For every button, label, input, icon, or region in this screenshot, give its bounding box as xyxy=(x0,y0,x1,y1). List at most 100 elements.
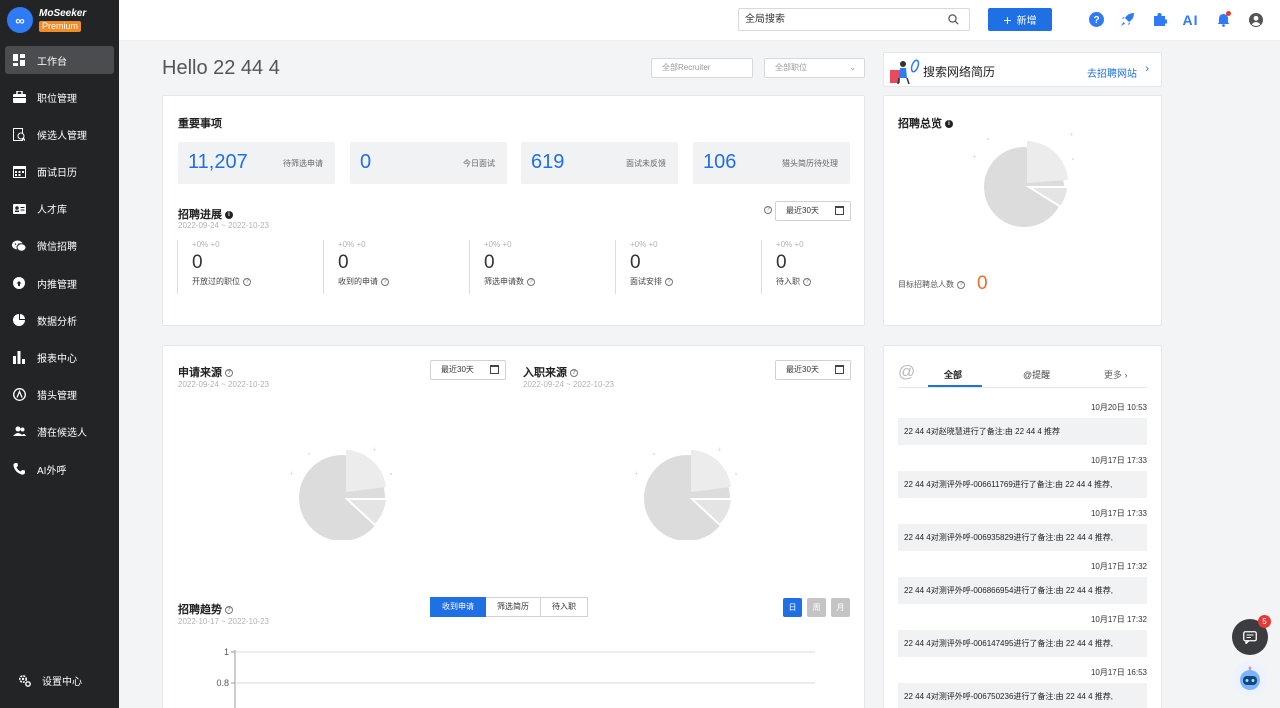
sidebar-item-interview-calendar[interactable]: 面试日历 xyxy=(5,158,114,186)
activity-feed-card: @ 全部 @提醒 更多 › 10月20日 10:53 22 44 4对赵晓慧进行… xyxy=(883,345,1162,708)
position-filter[interactable]: 全部职位 ⌄ xyxy=(764,58,865,78)
sidebar-item-potential-candidates[interactable]: 潜在候选人 xyxy=(5,418,114,446)
progress-date-range: 2022-09-24 ~ 2022-10-23 xyxy=(178,221,269,230)
sidebar-item-settings[interactable]: 设置中心 xyxy=(10,667,119,695)
sidebar-item-positions[interactable]: 职位管理 xyxy=(5,83,114,111)
onboard-source-range-select[interactable]: 最近30天 xyxy=(775,360,851,380)
brand-logo[interactable]: ∞ MoSeeker Premium xyxy=(0,0,119,40)
sidebar-item-ai-call[interactable]: AI外呼 xyxy=(5,455,114,483)
help-circle-icon[interactable]: ? xyxy=(764,206,772,214)
people-icon xyxy=(12,425,26,439)
sidebar: ∞ MoSeeker Premium 工作台 职位管理 候选人管理 面试日历 人… xyxy=(0,0,119,708)
tab-pending-onboard[interactable]: 待入职 xyxy=(541,597,588,617)
kpi-label-text: 开放过的职位 xyxy=(192,277,240,286)
help-circle-icon[interactable]: ? xyxy=(957,280,965,289)
range-label: 最近30天 xyxy=(786,206,819,215)
period-week-button[interactable]: 周 xyxy=(807,598,826,617)
sidebar-item-dashboard[interactable]: 工作台 xyxy=(5,46,114,74)
sidebar-item-label: 候选人管理 xyxy=(37,130,87,142)
recruiter-filter[interactable]: 全部Recruiter xyxy=(651,58,753,78)
stat-value: 619 xyxy=(531,151,565,173)
sidebar-item-label: 内推管理 xyxy=(37,279,77,291)
kpi-label: 收到的申请? xyxy=(338,276,389,287)
rocket-icon[interactable] xyxy=(1119,11,1136,28)
stat-interview-no-feedback[interactable]: 619 面试未反馈 xyxy=(521,142,678,184)
sources-trend-card: 申请来源? 2022-09-24 ~ 2022-10-23 最近30天 入职来源… xyxy=(162,345,865,708)
sidebar-item-label: 设置中心 xyxy=(42,677,82,689)
notification-bell-icon[interactable] xyxy=(1215,11,1232,28)
help-circle-icon[interactable]: ? xyxy=(570,369,578,378)
kpi-pending-onboard[interactable]: +0% +0 0 待入职? xyxy=(761,240,811,294)
period-day-button[interactable]: 日 xyxy=(783,598,802,617)
info-icon[interactable]: i xyxy=(945,120,953,129)
kpi-open-positions[interactable]: +0% +0 0 开放过的职位? xyxy=(177,240,251,294)
resume-search-banner[interactable]: 搜索网络简历 去招聘网站 › xyxy=(883,52,1162,87)
tab-screened-resumes[interactable]: 筛选简历 xyxy=(486,597,541,617)
kpi-label-text: 待入职 xyxy=(776,277,800,286)
kpi-delta: +0% +0 xyxy=(484,240,512,249)
svg-text:+: + xyxy=(717,445,722,454)
sidebar-item-reports[interactable]: 报表中心 xyxy=(5,344,114,372)
tab-received-applications[interactable]: 收到申请 xyxy=(430,597,486,617)
puzzle-icon[interactable] xyxy=(1151,11,1168,28)
kpi-received-applications[interactable]: +0% +0 0 收到的申请? xyxy=(323,240,389,294)
top-bar: + 新增 ? AI xyxy=(119,0,1280,41)
help-circle-icon[interactable]: ? xyxy=(803,277,811,286)
feed-tab-all[interactable]: 全部 xyxy=(944,368,962,381)
kpi-delta: +0% +0 xyxy=(192,240,220,249)
progress-title-text: 招聘进展 xyxy=(178,209,222,221)
feed-tab-mentions[interactable]: @提醒 xyxy=(1023,368,1050,381)
stat-label: 面试未反馈 xyxy=(626,159,666,168)
help-circle-icon[interactable]: ? xyxy=(665,277,673,286)
feed-item[interactable]: 22 44 4对测评外呼-006147495进行了备注:由 22 44 4 推荐… xyxy=(898,630,1147,657)
feed-item[interactable]: 22 44 4对赵晓慧进行了备注:由 22 44 4 推荐 xyxy=(898,418,1147,445)
feed-item[interactable]: 22 44 4对测评外呼-006866954进行了备注:由 22 44 4 推荐… xyxy=(898,577,1147,604)
headhunter-icon xyxy=(12,388,26,402)
stat-pending-applications[interactable]: 11,207 待筛选申请 xyxy=(178,142,335,184)
sidebar-item-analytics[interactable]: 数据分析 xyxy=(5,306,114,334)
stat-value: 11,207 xyxy=(188,151,248,173)
period-month-button[interactable]: 月 xyxy=(831,598,850,617)
sidebar-item-referral[interactable]: 内推管理 xyxy=(5,269,114,297)
help-circle-icon[interactable]: ? xyxy=(225,606,233,615)
sidebar-item-wechat[interactable]: 微信招聘 xyxy=(5,232,114,260)
search-icon[interactable] xyxy=(948,14,959,25)
help-icon[interactable]: ? xyxy=(1088,11,1105,28)
go-recruit-site-link[interactable]: 去招聘网站 xyxy=(1087,65,1137,80)
feed-item[interactable]: 22 44 4对测评外呼-006611769进行了备注:由 22 44 4 推荐… xyxy=(898,471,1147,498)
calendar-icon xyxy=(835,365,844,374)
ai-robot-button[interactable] xyxy=(1232,661,1268,697)
apply-source-range-select[interactable]: 最近30天 xyxy=(430,360,506,380)
user-avatar-icon[interactable] xyxy=(1247,11,1264,28)
global-search-input[interactable] xyxy=(739,9,939,30)
chat-button[interactable]: 5 xyxy=(1232,615,1271,655)
trend-title: 招聘趋势? xyxy=(178,601,233,617)
info-icon[interactable]: i xyxy=(225,211,233,220)
help-circle-icon[interactable]: ? xyxy=(243,277,251,286)
sidebar-item-candidates[interactable]: 候选人管理 xyxy=(5,120,114,148)
feed-item[interactable]: 22 44 4对测评外呼-006935829进行了备注:由 22 44 4 推荐… xyxy=(898,524,1147,551)
sidebar-item-headhunter[interactable]: 猎头管理 xyxy=(5,381,114,409)
plus-icon: + xyxy=(1003,11,1012,28)
feed-tab-more[interactable]: 更多 › xyxy=(1104,368,1128,381)
resume-search-label: 搜索网络简历 xyxy=(923,65,996,79)
kpi-interviews-arranged[interactable]: +0% +0 0 面试安排? xyxy=(615,240,673,294)
sidebar-item-talent-pool[interactable]: 人才库 xyxy=(5,195,114,223)
help-circle-icon[interactable]: ? xyxy=(527,277,535,286)
help-circle-icon[interactable]: ? xyxy=(225,369,233,378)
onboard-source-title: 入职来源? xyxy=(523,364,578,380)
at-sign-icon: @ xyxy=(898,362,916,381)
ai-assistant-icon[interactable]: AI xyxy=(1182,11,1199,28)
calendar-icon xyxy=(12,165,26,179)
sidebar-item-label: 报表中心 xyxy=(37,354,77,365)
progress-range-select[interactable]: 最近30天 xyxy=(775,201,851,221)
kpi-screened-applications[interactable]: +0% +0 0 筛选申请数? xyxy=(469,240,535,294)
svg-text:+: + xyxy=(289,469,294,478)
add-new-button[interactable]: + 新增 xyxy=(988,8,1052,31)
stat-headhunter-resumes[interactable]: 106 猎头简历待处理 xyxy=(693,142,850,184)
feed-item[interactable]: 22 44 4对测评外呼-006750236进行了备注:由 22 44 4 推荐… xyxy=(898,683,1147,708)
important-matters-title: 重要事项 xyxy=(178,118,222,130)
help-circle-icon[interactable]: ? xyxy=(381,277,389,286)
notification-dot xyxy=(1226,11,1231,16)
stat-today-interviews[interactable]: 0 今日面试 xyxy=(350,142,507,184)
